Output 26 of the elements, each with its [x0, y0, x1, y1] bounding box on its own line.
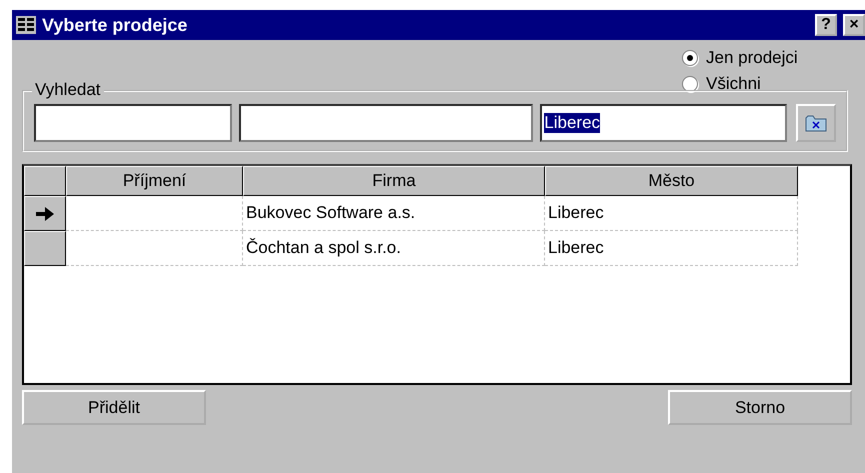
radio-label: Jen prodejci [706, 48, 798, 68]
clear-filter-button[interactable] [796, 104, 836, 142]
row-selector[interactable] [24, 231, 66, 266]
help-button[interactable]: ? [815, 14, 837, 36]
group-label: Vyhledat [32, 80, 104, 100]
window-title: Vyberte prodejce [42, 14, 188, 36]
radio-button[interactable] [682, 50, 698, 66]
table-cell: Bukovec Software a.s. [243, 196, 545, 231]
row-selector[interactable] [24, 196, 66, 231]
search-field[interactable]: Liberec [540, 104, 788, 142]
table-cell: Liberec [545, 231, 798, 266]
column-header[interactable]: Příjmení [66, 166, 243, 196]
dialog-button[interactable]: Přidělit [22, 390, 206, 425]
search-field[interactable] [238, 104, 534, 142]
folder-icon [805, 113, 828, 133]
table-cell: Liberec [545, 196, 798, 231]
radio-option[interactable]: Jen prodejci [682, 48, 798, 68]
radio-option[interactable]: Všichni [682, 74, 761, 94]
radio-label: Všichni [706, 74, 761, 94]
column-header[interactable]: Firma [243, 166, 545, 196]
grid-icon [16, 16, 36, 34]
table-cell: Čochtan a spol s.r.o. [243, 231, 545, 266]
dialog-button[interactable]: Storno [668, 390, 852, 425]
search-field[interactable] [34, 104, 232, 142]
column-header[interactable]: Město [545, 166, 798, 196]
close-button[interactable]: × [843, 14, 865, 36]
